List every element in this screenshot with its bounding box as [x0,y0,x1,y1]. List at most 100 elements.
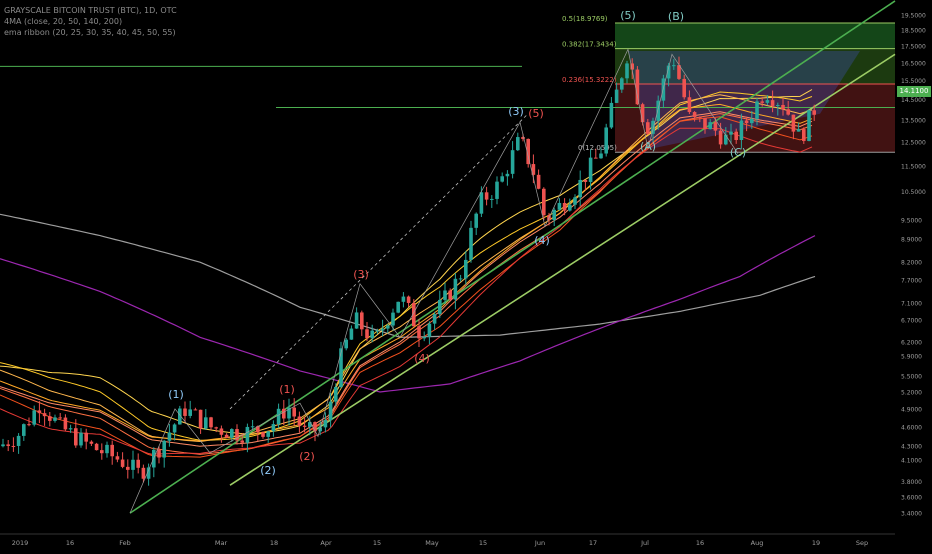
candle-body [313,422,317,432]
candle-body [6,444,10,446]
candle-body [807,110,811,142]
wave-label: (2) [260,464,276,477]
ma200-line [0,213,816,338]
candle-body [32,410,36,425]
candle-body [635,69,640,105]
candle-body [536,174,541,189]
y-tick-label: 13.5000 [901,118,926,125]
candle-body [453,278,458,300]
candle-body [302,425,307,427]
candle-body [126,466,130,470]
chart: 0.5(18.9769) 0.382(17.3434) 0.236(15.3222)… [0,0,932,550]
candle-body [42,413,47,417]
candle-body [557,202,562,210]
candle-body [495,181,499,199]
candle-body [365,329,369,339]
y-tick-label: 11.5000 [901,163,926,170]
candle-body [583,179,588,182]
x-tick-label: 15 [373,539,381,547]
wave-label: (3) [508,105,524,118]
candle-body [11,445,16,447]
candle-body [63,417,68,430]
y-tick-label: 17.5000 [901,44,926,51]
candle-body [474,213,478,228]
y-tick-label: 10.5000 [901,189,926,196]
candle-body [224,434,229,438]
candle-body [812,110,816,115]
y-tick-label: 4.1000 [901,457,922,464]
candle-body [750,118,754,124]
candle-body [120,459,125,467]
candle-body [744,120,749,124]
candle-body [37,410,42,414]
candle-body [94,443,99,451]
x-tick-label: Mar [215,539,228,547]
y-tick-label: 16.5000 [901,60,926,67]
candle-body [422,336,426,339]
candle-body [79,432,83,446]
candle-body [802,129,806,142]
candle-body [162,440,166,458]
candle-body [562,202,567,211]
y-tick-label: 15.5000 [901,78,926,85]
x-tick-label: May [425,539,439,547]
candle-body [370,330,374,339]
legend-title: GRAYSCALE BITCOIN TRUST (BTC), 1D, OTC [4,6,177,15]
wave-label: (5) [528,107,544,120]
fib-label: 0.5(18.9769) [562,15,608,23]
candle-body [354,312,359,329]
candle-body [89,441,94,444]
x-tick-label: 2019 [12,539,29,547]
candle-body [427,323,432,337]
trendline [129,0,896,514]
candle-body [713,122,718,131]
candle-body [594,157,598,159]
candle-body [510,150,515,174]
candle-body [469,227,473,260]
candle-body [729,131,733,135]
candle-body [53,417,57,421]
candle-body [105,444,109,454]
candle-body [640,104,645,123]
candle-body [266,431,270,437]
candle-body [755,101,759,119]
candle-body [692,112,697,117]
wave-label: (4) [534,234,550,247]
candle-body [250,426,255,428]
candle-body [791,114,796,132]
candle-body [230,429,234,438]
candle-body [282,408,286,419]
candle-body [131,459,135,470]
candle-body [599,153,603,159]
y-tick-label: 6.2000 [901,339,922,346]
candle-body [682,78,686,98]
candle-body [490,198,494,200]
candle-body [588,157,593,182]
candle-body [391,312,395,326]
candle-body [734,131,738,141]
y-tick-label: 3.4000 [901,511,922,518]
y-tick-label: 19.5000 [901,13,926,20]
last-price-tag: 14.1100 [897,86,931,97]
candle-body [479,192,484,214]
candle-body [22,424,26,436]
candle-body [568,204,572,211]
y-tick-label: 14.5000 [901,97,926,104]
x-tick-label: Sep [856,539,868,547]
ema-ribbon-line [0,127,813,455]
ma140-line [0,235,816,393]
dashed-channel [229,113,529,410]
x-tick-label: 17 [589,539,597,547]
candle-body [141,467,146,479]
y-tick-label: 7.1000 [901,301,922,308]
y-tick-label: 5.2000 [901,390,922,397]
candle-body [198,409,203,429]
candle-body [620,78,624,90]
candle-body [84,432,88,442]
candle-body [401,296,406,302]
candle-body [765,100,770,103]
candle-body [115,456,120,460]
candle-body [573,197,577,205]
chart-legend: GRAYSCALE BITCOIN TRUST (BTC), 1D, OTC 4… [4,5,177,38]
candle-body [157,449,161,458]
